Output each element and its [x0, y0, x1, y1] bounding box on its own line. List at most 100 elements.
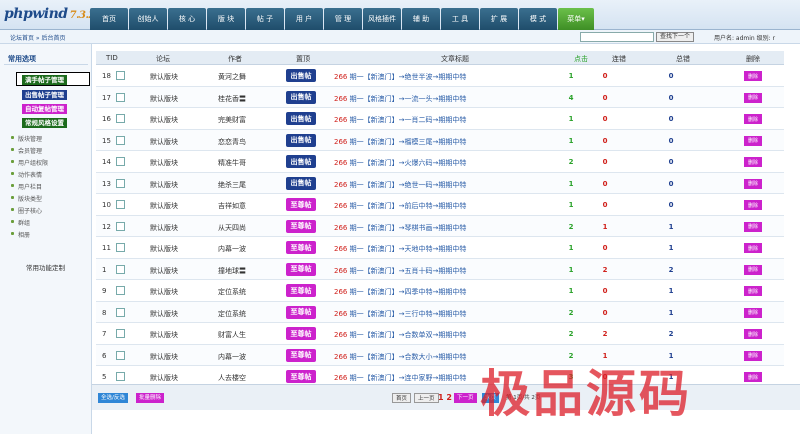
delete-button[interactable]: 删除 — [744, 114, 762, 124]
sidebar-item-groups[interactable]: 群组 — [10, 218, 30, 227]
forum-cell[interactable]: 默认版块 — [150, 72, 178, 82]
sidebar-item-emoticons[interactable]: 动作表情 — [10, 170, 42, 179]
row-checkbox[interactable] — [116, 329, 125, 338]
author-cell[interactable]: 定位系统 — [218, 309, 246, 319]
find-next-button[interactable]: 查找下一个 — [656, 32, 695, 42]
sidebar-pill-sale-posts[interactable]: 出售帖子管理 — [22, 90, 67, 100]
delete-button[interactable]: 删除 — [744, 221, 762, 232]
forum-cell[interactable]: 默认版块 — [150, 373, 178, 383]
post-title-link[interactable]: 266 期一【新澳门】→绝世一码→期期中特 — [334, 180, 466, 190]
post-title-link[interactable]: 266 期一【新澳门】→绝世半波→期期中特 — [334, 72, 466, 82]
first-page-button[interactable]: 首页 — [392, 393, 412, 403]
author-cell[interactable]: 恋恋青鸟 — [218, 137, 246, 147]
row-checkbox[interactable] — [116, 307, 125, 317]
delete-button[interactable]: 删除 — [744, 92, 762, 103]
post-title-link[interactable]: 266 期一【新澳门】→合数单双→期期中特 — [334, 330, 466, 340]
row-checkbox[interactable] — [116, 114, 125, 123]
nav-assist[interactable]: 辅 助 — [402, 8, 440, 30]
nav-posts[interactable]: 帖 子 — [246, 8, 284, 30]
prev-page-button[interactable]: 上一页 — [414, 393, 439, 403]
nav-menu[interactable]: 菜单▾ — [558, 8, 594, 30]
nav-founder[interactable]: 创始人 — [129, 8, 167, 30]
author-cell[interactable]: 精准牛哥 — [218, 158, 246, 168]
sidebar-item-forum-manage[interactable]: 版块管理 — [10, 134, 42, 143]
delete-button[interactable]: 删除 — [744, 71, 762, 81]
author-cell[interactable]: 黄河之舞 — [218, 72, 246, 82]
forum-cell[interactable]: 默认版块 — [150, 266, 178, 276]
nav-style-plugins[interactable]: 风格插件 — [363, 8, 401, 30]
forum-cell[interactable]: 默认版块 — [150, 137, 178, 147]
delete-button[interactable]: 删除 — [744, 200, 762, 210]
sidebar-item-group-perms[interactable]: 用户组权限 — [10, 158, 48, 167]
author-cell[interactable]: 内幕一波 — [218, 352, 246, 362]
author-cell[interactable]: 财富人生 — [218, 330, 246, 340]
nav-extend[interactable]: 扩 展 — [480, 8, 518, 30]
author-cell[interactable]: 定位系统 — [218, 287, 246, 297]
row-checkbox[interactable] — [116, 157, 125, 166]
forum-cell[interactable]: 默认版块 — [150, 244, 178, 254]
nav-mode[interactable]: 模 式 — [519, 8, 557, 30]
select-all-button[interactable]: 全选/反选 — [98, 393, 128, 403]
page-numbers[interactable]: 1 2 — [438, 393, 452, 403]
sidebar-item-albums[interactable]: 相册 — [10, 230, 30, 239]
author-cell[interactable]: 完美财富 — [218, 115, 246, 125]
author-cell[interactable]: 吉祥如意 — [218, 201, 246, 211]
sidebar-item-member-manage[interactable]: 会员管理 — [10, 146, 42, 155]
forum-cell[interactable]: 默认版块 — [150, 287, 178, 297]
forum-cell[interactable]: 默认版块 — [150, 115, 178, 125]
row-checkbox[interactable] — [116, 200, 125, 209]
row-checkbox[interactable] — [116, 135, 125, 145]
forum-cell[interactable]: 默认版块 — [150, 158, 178, 168]
author-cell[interactable]: 绝杀三尾 — [218, 180, 246, 190]
post-title-link[interactable]: 266 期一【新澳门】→四季中特→期期中特 — [334, 287, 466, 297]
post-title-link[interactable]: 266 期一【新澳门】→前后中特→期期中特 — [334, 201, 466, 211]
forum-cell[interactable]: 默认版块 — [150, 94, 178, 104]
post-title-link[interactable]: 266 期一【新澳门】→连中家野→期期中特 — [334, 373, 466, 383]
forum-cell[interactable]: 默认版块 — [150, 352, 178, 362]
post-title-link[interactable]: 266 期一【新澳门】→一流一头→期期中特 — [334, 94, 466, 104]
post-title-link[interactable]: 266 期一【新澳门】→琴棋书画→期期中特 — [334, 223, 466, 233]
post-title-link[interactable]: 266 期一【新澳门】→合数大小→期期中特 — [334, 352, 466, 362]
forum-cell[interactable]: 默认版块 — [150, 330, 178, 340]
author-cell[interactable]: 桂花香〓 — [218, 94, 246, 104]
post-title-link[interactable]: 266 期一【新澳门】→五肖十码→期期中特 — [334, 266, 466, 276]
sidebar-custom-link[interactable]: 常用功能定制 — [26, 262, 65, 272]
forum-cell[interactable]: 默认版块 — [150, 201, 178, 211]
row-checkbox[interactable] — [116, 71, 125, 80]
breadcrumb[interactable]: 论坛首页 » 后台首页 — [10, 33, 66, 42]
sidebar-pill-hand-posts[interactable]: 满手帖子管理 — [22, 75, 67, 85]
row-checkbox[interactable] — [116, 178, 125, 188]
sidebar-item-circle-core[interactable]: 圈子核心 — [10, 206, 42, 215]
post-title-link[interactable]: 266 期一【新澳门】→三行中特→期期中特 — [334, 309, 466, 319]
delete-button[interactable]: 删除 — [744, 135, 762, 146]
author-cell[interactable]: 人去楼空 — [218, 373, 246, 383]
delete-button[interactable]: 删除 — [744, 329, 762, 339]
next-page-button[interactable]: 下一页 — [454, 393, 477, 403]
delete-button[interactable]: 删除 — [744, 372, 762, 382]
author-cell[interactable]: 从天四尚 — [218, 223, 246, 233]
sidebar-item-user-columns[interactable]: 用户栏目 — [10, 182, 42, 191]
forum-cell[interactable]: 默认版块 — [150, 223, 178, 233]
delete-button[interactable]: 删除 — [744, 243, 762, 253]
sidebar-pill-auto-reply[interactable]: 自动复帖管理 — [22, 104, 67, 114]
nav-home[interactable]: 首页 — [90, 8, 128, 30]
delete-button[interactable]: 删除 — [744, 350, 762, 361]
nav-manage[interactable]: 管 理 — [324, 8, 362, 30]
delete-button[interactable]: 删除 — [744, 286, 762, 296]
sidebar-item-forum-types[interactable]: 版块类型 — [10, 194, 42, 203]
post-title-link[interactable]: 266 期一【新澳门】→榴模三尾→期期中特 — [334, 137, 466, 147]
author-cell[interactable]: 撞地球〓 — [218, 266, 246, 276]
delete-button[interactable]: 删除 — [744, 178, 762, 189]
row-checkbox[interactable] — [116, 350, 125, 360]
delete-button[interactable]: 删除 — [744, 157, 762, 167]
post-title-link[interactable]: 266 期一【新澳门】→天地中特→期期中特 — [334, 244, 466, 254]
delete-button[interactable]: 删除 — [744, 264, 762, 275]
search-input[interactable] — [580, 32, 654, 42]
row-checkbox[interactable] — [116, 372, 125, 381]
nav-users[interactable]: 用 户 — [285, 8, 323, 30]
post-title-link[interactable]: 266 期一【新澳门】→一肖二码→期期中特 — [334, 115, 466, 125]
row-checkbox[interactable] — [116, 243, 125, 252]
nav-forums[interactable]: 版 块 — [207, 8, 245, 30]
post-title-link[interactable]: 266 期一【新澳门】→火爆六码→期期中特 — [334, 158, 466, 168]
forum-cell[interactable]: 默认版块 — [150, 180, 178, 190]
